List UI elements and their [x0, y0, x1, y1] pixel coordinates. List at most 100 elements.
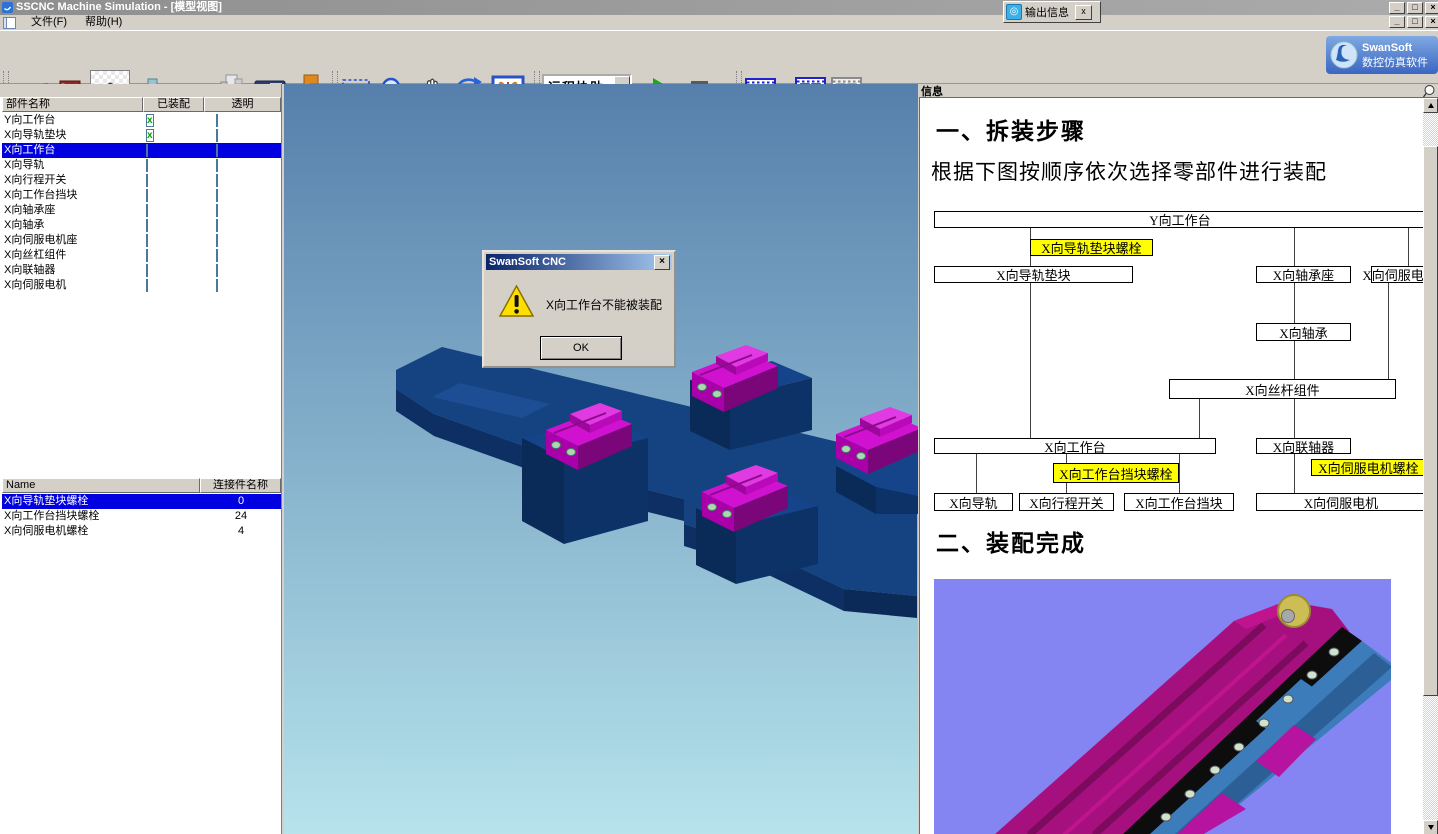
connectors-table-header: Name 连接件名称	[2, 478, 281, 493]
close-button[interactable]: ×	[1425, 2, 1438, 14]
minimize-button[interactable]: _	[1389, 2, 1405, 14]
menu-help[interactable]: 帮助(H)	[76, 15, 131, 30]
transparent-checkbox[interactable]	[216, 159, 218, 172]
assembled-checkbox[interactable]	[146, 174, 148, 187]
table-row-selected[interactable]: X向工作台	[2, 143, 281, 158]
assembled-checkbox[interactable]	[146, 279, 148, 292]
output-info-close-button[interactable]: x	[1075, 5, 1092, 20]
swansoft-logo: SwanSoft 数控仿真软件	[1326, 36, 1438, 74]
header-transparent: 透明	[204, 97, 281, 112]
pushpin-icon[interactable]	[1421, 84, 1436, 98]
flow-node-highlight: X向工作台挡块螺栓	[1053, 463, 1179, 483]
mdi-restore-button[interactable]: □	[1407, 16, 1423, 28]
mdi-close-button[interactable]: ×	[1425, 16, 1438, 28]
dialog-close-button[interactable]: ×	[654, 255, 670, 270]
table-row[interactable]: X向伺服电机	[2, 278, 281, 293]
transparent-checkbox[interactable]	[216, 249, 218, 262]
ok-button[interactable]: OK	[540, 336, 622, 360]
model-3d-scene	[284, 84, 918, 834]
table-row[interactable]: X向联轴器	[2, 263, 281, 278]
part-name: X向伺服电机座	[2, 233, 146, 248]
assembled-checkbox[interactable]	[146, 219, 148, 232]
mdi-child-icon	[3, 17, 16, 29]
assembled-checkbox[interactable]	[146, 249, 148, 262]
scrollbar-thumb[interactable]	[1423, 146, 1438, 696]
flow-line	[1388, 283, 1389, 379]
connector-name: X向导轨垫块螺栓	[2, 494, 202, 509]
table-row[interactable]: X向工作台挡块螺栓24	[2, 509, 281, 524]
table-row[interactable]: X向行程开关	[2, 173, 281, 188]
part-name: X向伺服电机	[2, 278, 146, 293]
assembled-checkbox[interactable]	[146, 234, 148, 247]
transparent-checkbox[interactable]	[216, 174, 218, 187]
assembled-checkbox[interactable]	[146, 189, 148, 202]
title-bar: SSCNC Machine Simulation - [模型视图]	[0, 0, 1438, 15]
scroll-down-button[interactable]	[1423, 820, 1438, 834]
connector-count: 24	[202, 509, 280, 524]
table-row[interactable]: X向轴承	[2, 218, 281, 233]
flow-line	[1030, 228, 1031, 239]
info-scrollbar[interactable]	[1423, 98, 1438, 834]
flow-node: X向导轨	[934, 493, 1013, 511]
transparent-checkbox[interactable]	[216, 189, 218, 202]
part-name: X向行程开关	[2, 173, 146, 188]
flow-node-highlight: X向伺服电机螺栓	[1311, 459, 1426, 476]
part-name: X向导轨	[2, 158, 146, 173]
output-info-title: 输出信息	[1025, 4, 1069, 20]
header-assembled: 已装配	[143, 97, 204, 112]
table-row[interactable]: X向导轨	[2, 158, 281, 173]
section1-heading: 一、拆装步骤	[936, 112, 1086, 146]
transparent-checkbox[interactable]	[216, 129, 218, 142]
dialog-title-bar: SwanSoft CNC ×	[486, 254, 672, 270]
restore-button[interactable]: □	[1407, 2, 1423, 14]
table-row[interactable]: X向导轨垫块x	[2, 128, 281, 143]
assembled-preview-image	[934, 579, 1391, 834]
part-name: X向工作台挡块	[2, 188, 146, 203]
table-row[interactable]: X向伺服电机座	[2, 233, 281, 248]
flow-node: X向工作台挡块	[1124, 493, 1234, 511]
assembled-checkbox[interactable]: x	[146, 129, 154, 142]
part-name: X向轴承座	[2, 203, 146, 218]
flow-line	[1179, 454, 1180, 493]
assembled-checkbox[interactable]	[146, 144, 148, 157]
flow-line	[1294, 228, 1295, 266]
table-row[interactable]: X向工作台挡块	[2, 188, 281, 203]
part-name: Y向工作台	[2, 113, 146, 128]
output-info-palette[interactable]: ◎ 输出信息 x	[1003, 1, 1101, 23]
transparent-checkbox[interactable]	[216, 279, 218, 292]
assembled-checkbox[interactable]	[146, 159, 148, 172]
transparent-checkbox[interactable]	[216, 204, 218, 217]
transparent-checkbox[interactable]	[216, 219, 218, 232]
assembled-checkbox[interactable]	[146, 264, 148, 277]
model-viewport[interactable]	[284, 84, 918, 834]
toolbar: 远程协助	[0, 30, 1438, 84]
assembled-checkbox[interactable]: x	[146, 114, 154, 127]
table-row[interactable]: X向丝杠组件	[2, 248, 281, 263]
menu-file[interactable]: 文件(F)	[22, 15, 76, 30]
window-controls: _ □ ×	[1389, 2, 1438, 14]
table-row[interactable]: X向伺服电机螺栓4	[2, 524, 281, 539]
assembled-checkbox[interactable]	[146, 204, 148, 217]
output-info-icon: ◎	[1006, 4, 1022, 20]
dialog-message: X向工作台不能被装配	[546, 296, 662, 313]
transparent-checkbox[interactable]	[216, 114, 218, 127]
flow-node: X向联轴器	[1256, 438, 1351, 454]
transparent-checkbox[interactable]	[216, 234, 218, 247]
arrow-up-icon	[1428, 103, 1434, 108]
section2-heading: 二、装配完成	[936, 524, 1086, 558]
logo-line1: SwanSoft	[1362, 42, 1412, 54]
flow-node: X向行程开关	[1019, 493, 1114, 511]
transparent-checkbox[interactable]	[216, 264, 218, 277]
flow-node: X向轴承座	[1256, 266, 1351, 283]
flow-node: Y向工作台	[934, 211, 1426, 228]
connector-count: 0	[202, 494, 280, 509]
table-row[interactable]: Y向工作台x	[2, 113, 281, 128]
flow-node: X向轴承	[1256, 323, 1351, 341]
scroll-up-button[interactable]	[1423, 98, 1438, 113]
menu-bar: 文件(F) 帮助(H)	[0, 15, 1438, 31]
table-row-selected[interactable]: X向导轨垫块螺栓0	[2, 494, 281, 509]
transparent-checkbox[interactable]	[216, 144, 218, 157]
table-row[interactable]: X向轴承座	[2, 203, 281, 218]
flow-line	[1030, 283, 1031, 438]
mdi-minimize-button[interactable]: _	[1389, 16, 1405, 28]
